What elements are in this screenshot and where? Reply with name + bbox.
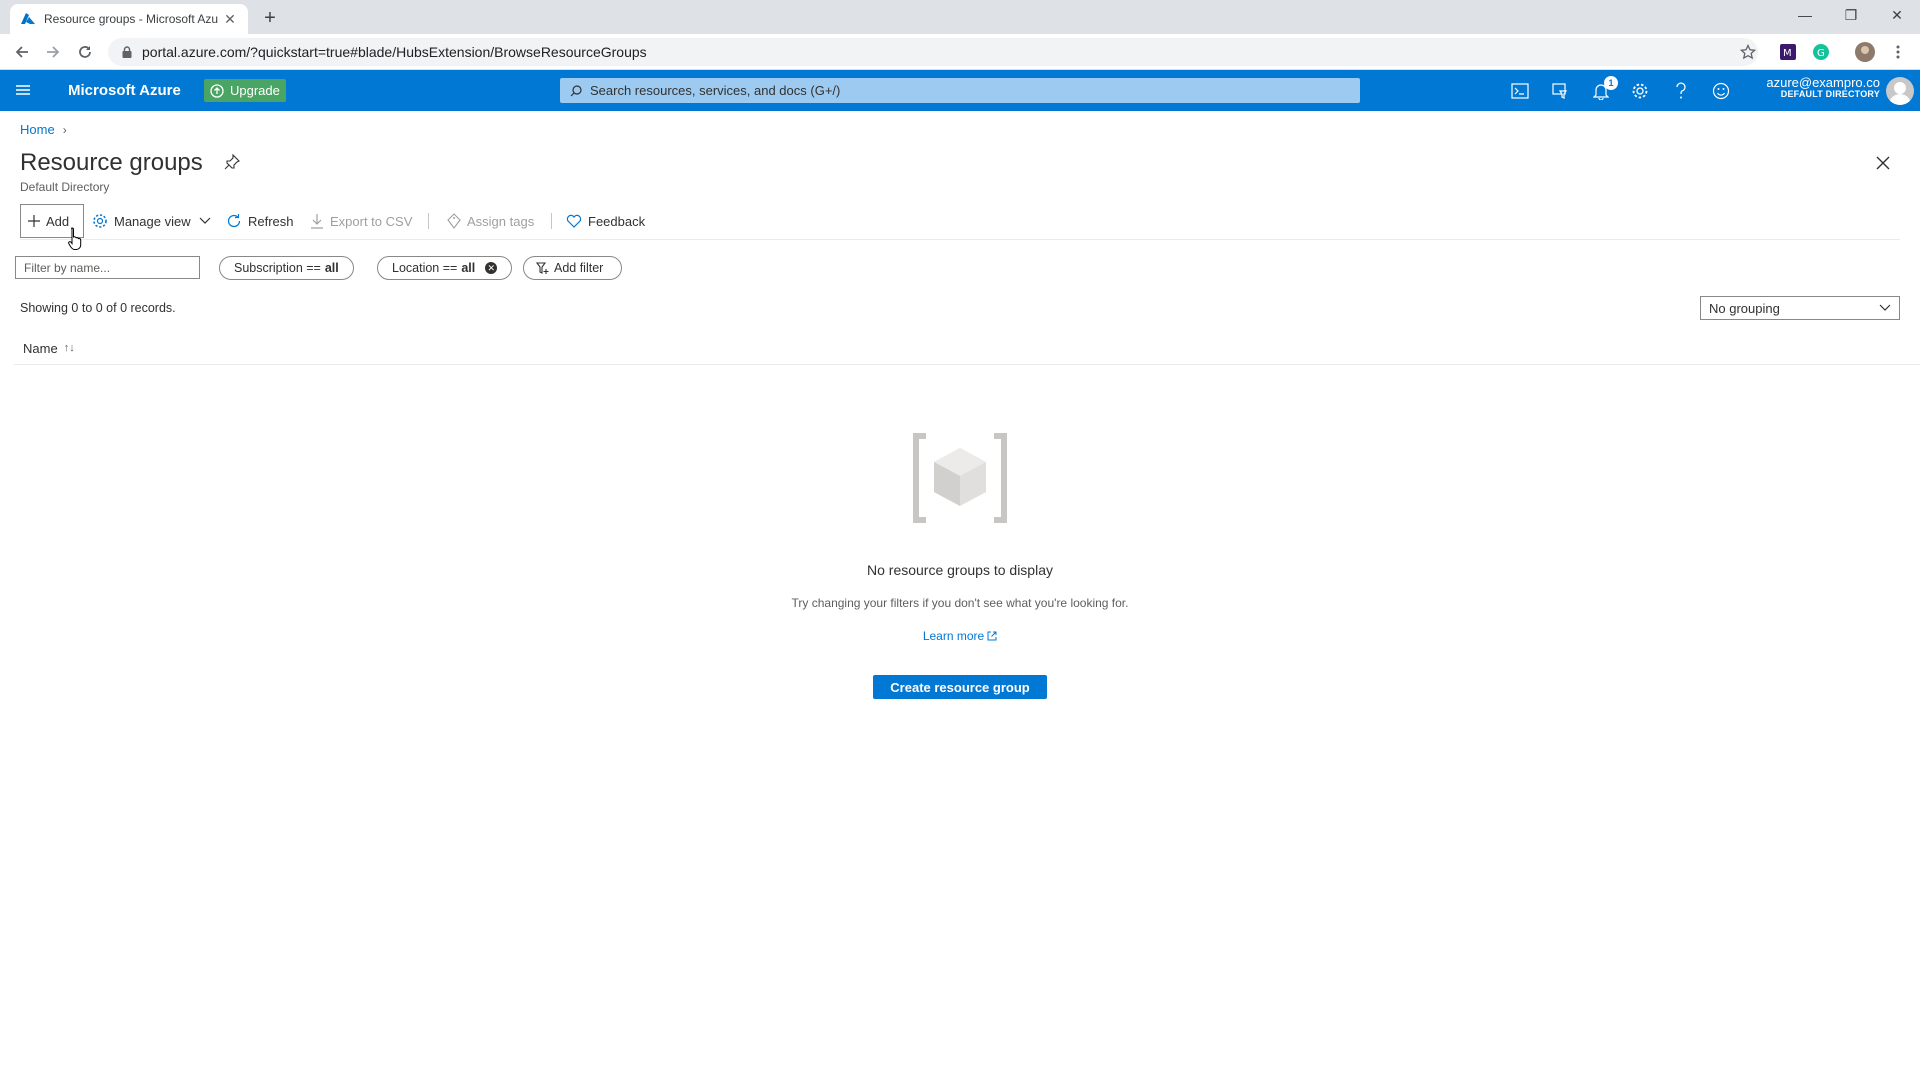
- manage-view-button[interactable]: Manage view: [92, 204, 217, 238]
- forward-icon[interactable]: [41, 40, 65, 64]
- refresh-icon: [227, 214, 241, 228]
- pin-icon[interactable]: [224, 154, 240, 170]
- page-title: Resource groups: [20, 149, 203, 176]
- search-placeholder: Search resources, services, and docs (G+…: [590, 83, 841, 98]
- help-question-icon[interactable]: [1670, 80, 1692, 102]
- browser-menu-icon[interactable]: [1888, 42, 1908, 62]
- close-blade-icon[interactable]: [1872, 152, 1894, 174]
- tag-icon: [447, 213, 461, 229]
- external-link-icon: [987, 631, 997, 641]
- add-label: Add: [46, 213, 70, 229]
- upgrade-label: Upgrade: [230, 83, 280, 98]
- resource-group-empty-icon: [910, 432, 1010, 524]
- reload-icon[interactable]: [73, 40, 97, 64]
- chevron-down-icon: [199, 217, 211, 224]
- empty-state-title: No resource groups to display: [867, 562, 1053, 578]
- column-name-header[interactable]: Name: [23, 341, 58, 356]
- url-field[interactable]: portal.azure.com/?quickstart=true#blade/…: [108, 38, 1758, 66]
- url-text: portal.azure.com/?quickstart=true#blade/…: [142, 44, 647, 60]
- heart-icon: [566, 214, 582, 228]
- breadcrumb: Home ›: [20, 122, 67, 137]
- feedback-label: Feedback: [588, 213, 646, 229]
- account-directory: DEFAULT DIRECTORY: [1780, 89, 1880, 100]
- window-close-icon[interactable]: ✕: [1874, 0, 1920, 30]
- avatar[interactable]: [1886, 77, 1914, 105]
- svg-text:M: M: [1783, 48, 1792, 59]
- subscription-filter-label: Subscription ==: [234, 261, 321, 275]
- export-csv-button[interactable]: Export to CSV: [310, 204, 412, 238]
- chevron-down-icon: [1879, 304, 1891, 311]
- hamburger-menu-icon[interactable]: [14, 82, 32, 98]
- account-info[interactable]: azure@exampro.co DEFAULT DIRECTORY: [1766, 75, 1880, 100]
- grouping-value: No grouping: [1709, 300, 1780, 316]
- global-search-input[interactable]: Search resources, services, and docs (G+…: [560, 78, 1360, 103]
- command-bar: Add Manage view Refresh Export to CSV As…: [20, 204, 1900, 240]
- gear-icon: [93, 214, 107, 228]
- create-resource-group-button[interactable]: Create resource group: [873, 675, 1047, 699]
- new-tab-icon[interactable]: +: [258, 6, 282, 30]
- remove-filter-icon[interactable]: ✕: [485, 262, 498, 274]
- directory-filter-icon[interactable]: [1549, 80, 1571, 102]
- filter-by-name-input[interactable]: Filter by name...: [15, 256, 200, 279]
- browser-tab[interactable]: Resource groups - Microsoft Azu ✕: [10, 4, 248, 34]
- add-filter-button[interactable]: Add filter: [523, 256, 623, 280]
- sort-ascending-icon[interactable]: ↑↓: [64, 342, 75, 354]
- mouse-cursor-icon: [68, 227, 82, 251]
- account-email: azure@exampro.co: [1766, 75, 1880, 90]
- chevron-right-icon: ›: [62, 122, 67, 137]
- feedback-button[interactable]: Feedback: [566, 204, 645, 238]
- learn-more-link[interactable]: Learn more: [0, 629, 1920, 643]
- cloud-shell-icon[interactable]: [1509, 80, 1531, 102]
- extension-icon[interactable]: M: [1778, 42, 1798, 62]
- notifications-bell-icon[interactable]: 1: [1590, 76, 1618, 102]
- plus-icon: [28, 215, 40, 227]
- lock-icon: [122, 46, 132, 58]
- manage-view-label: Manage view: [114, 213, 191, 229]
- toolbar-divider: [428, 213, 429, 229]
- profile-icon[interactable]: [1855, 42, 1875, 62]
- grammarly-icon[interactable]: G: [1811, 42, 1831, 62]
- upgrade-button[interactable]: Upgrade: [204, 79, 286, 102]
- tab-close-icon[interactable]: ✕: [222, 11, 238, 27]
- assign-tags-button[interactable]: Assign tags: [447, 204, 534, 238]
- back-icon[interactable]: [10, 40, 34, 64]
- minimize-icon[interactable]: —: [1782, 0, 1828, 30]
- subscription-filter-value: all: [324, 261, 339, 275]
- brand-title[interactable]: Microsoft Azure: [68, 82, 181, 99]
- download-icon: [311, 214, 323, 229]
- location-filter-pill[interactable]: Location == all ✕: [377, 256, 513, 280]
- toolbar-divider: [551, 213, 552, 229]
- learn-more-label: Learn more: [922, 629, 985, 643]
- svg-text:G: G: [1817, 48, 1825, 59]
- bookmark-star-icon[interactable]: [1738, 42, 1758, 62]
- feedback-smiley-icon[interactable]: [1710, 80, 1732, 102]
- records-count: Showing 0 to 0 of 0 records.: [20, 301, 176, 315]
- page-subtitle: Default Directory: [20, 180, 110, 194]
- add-filter-label: Add filter: [554, 261, 604, 275]
- azure-header: Microsoft Azure Upgrade Search resources…: [0, 70, 1920, 111]
- export-csv-label: Export to CSV: [330, 213, 413, 229]
- grouping-dropdown[interactable]: No grouping: [1700, 296, 1900, 320]
- table-header: Name ↑↓: [14, 332, 1920, 365]
- browser-tab-bar: Resource groups - Microsoft Azu ✕ + — ❐ …: [0, 0, 1920, 34]
- restore-icon[interactable]: ❐: [1828, 0, 1874, 30]
- upgrade-arrow-icon: [210, 83, 224, 98]
- subscription-filter-pill[interactable]: Subscription == all: [219, 256, 354, 280]
- azure-favicon-icon: [20, 11, 36, 27]
- address-bar: portal.azure.com/?quickstart=true#blade/…: [0, 34, 1920, 70]
- refresh-label: Refresh: [248, 213, 294, 229]
- breadcrumb-home[interactable]: Home: [20, 122, 55, 137]
- notification-badge: 1: [1604, 76, 1618, 90]
- location-filter-value: all: [461, 261, 476, 275]
- empty-state-subtitle: Try changing your filters if you don't s…: [791, 596, 1129, 610]
- add-filter-icon: [536, 262, 549, 274]
- search-icon: [570, 84, 582, 97]
- assign-tags-label: Assign tags: [467, 213, 535, 229]
- refresh-button[interactable]: Refresh: [226, 204, 294, 238]
- settings-gear-icon[interactable]: [1629, 80, 1651, 102]
- location-filter-label: Location ==: [392, 261, 458, 275]
- tab-title: Resource groups - Microsoft Azu: [44, 12, 219, 26]
